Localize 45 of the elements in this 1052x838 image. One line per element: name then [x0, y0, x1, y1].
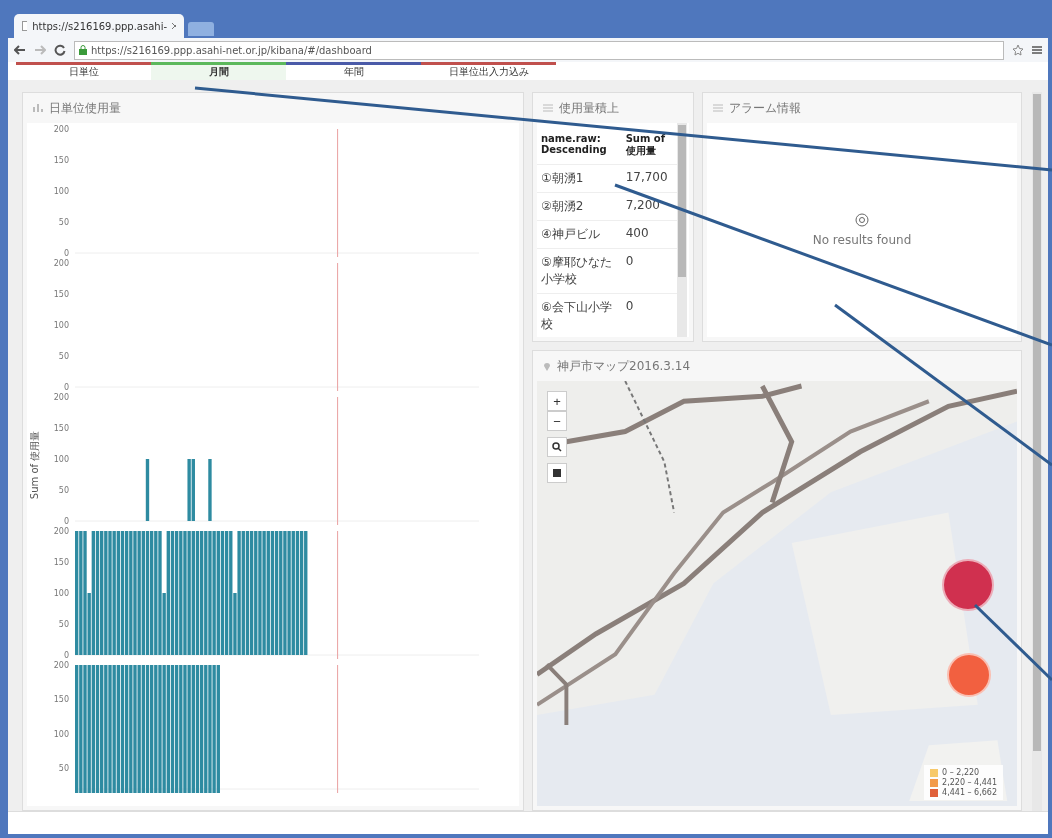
nav-tab[interactable]: 月間: [151, 62, 286, 80]
fit-button[interactable]: [547, 463, 567, 483]
y-axis: 0 50 100 150 200: [53, 125, 69, 257]
reload-icon[interactable]: [54, 44, 66, 56]
bar: [208, 459, 212, 521]
zoom-out-button[interactable]: −: [547, 411, 567, 431]
address-field[interactable]: https://s216169.ppp.asahi-net.or.jp/kibana/#/dashboard: [74, 40, 1004, 60]
square-icon: [553, 469, 561, 477]
empty-message: No results found: [812, 233, 912, 247]
bar: [145, 459, 150, 521]
table-cell: ②朝湧2: [537, 192, 622, 221]
legend-label: 2,220 – 4,441: [942, 778, 997, 787]
panel-title: 神戸市マップ2016.3.14: [557, 357, 691, 375]
table-cell: ④神戸ビル: [537, 220, 622, 249]
search-button[interactable]: [547, 437, 567, 457]
zoom-in-button[interactable]: +: [547, 391, 567, 411]
lock-icon: [79, 45, 87, 55]
browser-tab[interactable]: https://s216169.ppp.asahi-: [14, 14, 184, 38]
y-axis: 0 50 100 150 200: [53, 527, 69, 659]
y-axis: 0 50 100 150 200: [53, 259, 69, 391]
star-icon[interactable]: [1012, 44, 1024, 56]
legend-label: 4,441 – 6,662: [942, 788, 997, 797]
panel-title: 使用量積上: [559, 99, 619, 117]
page-icon: [22, 21, 28, 31]
table-cell: ⑥会下山小学校: [537, 293, 622, 338]
table-cell: ⑤摩耶ひなた小学校: [537, 248, 622, 294]
back-icon[interactable]: [14, 45, 26, 55]
table-cell: ①朝湧1: [537, 164, 622, 193]
y-axis-label: Sum of 使用量: [28, 430, 41, 499]
panel-title: 日単位使用量: [49, 99, 121, 117]
panel-title: アラーム情報: [729, 99, 801, 117]
legend-label: 0 – 2,220: [942, 768, 980, 777]
y-axis: 50 100 150 200: [53, 661, 69, 774]
menu-icon[interactable]: [1032, 45, 1042, 55]
column-header[interactable]: name.raw: Descending: [537, 123, 622, 165]
page-scrollbar[interactable]: [1032, 92, 1042, 811]
search-icon: [552, 442, 562, 452]
column-header[interactable]: Sum of 使用量: [621, 123, 677, 165]
scrollbar[interactable]: [677, 123, 687, 337]
list-icon: [543, 104, 553, 112]
info-icon: [855, 213, 869, 227]
list-icon: [713, 104, 723, 112]
y-axis: 0 50 100 150 200: [53, 393, 69, 525]
pin-icon: [543, 361, 551, 371]
chart-icon: [33, 104, 43, 112]
